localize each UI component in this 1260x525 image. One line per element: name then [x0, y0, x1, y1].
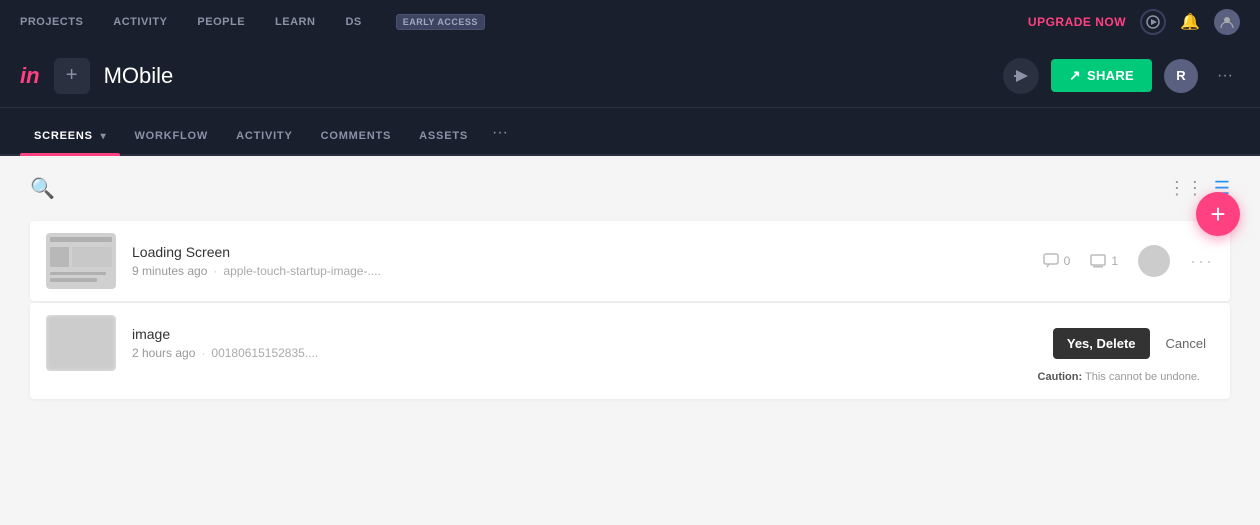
screen-actions: 0 1 ···	[1043, 245, 1214, 277]
upgrade-now-button[interactable]: UPGRADE NOW	[1028, 15, 1126, 29]
toolbar: 🔍 ⋮⋮ ☰	[30, 176, 1230, 201]
nav-activity[interactable]: ACTIVITY	[113, 16, 167, 28]
liveshare-icon-top[interactable]	[1140, 9, 1166, 35]
main-content: 🔍 ⋮⋮ ☰	[0, 156, 1260, 456]
project-header: in + MObile ↗ SHARE R ···	[0, 44, 1260, 108]
screen-time: 2 hours ago	[132, 346, 195, 360]
liveshare-button[interactable]	[1003, 58, 1039, 94]
comment-icon	[1043, 253, 1059, 269]
screen-list: Loading Screen 9 minutes ago · apple-tou…	[30, 221, 1230, 399]
top-nav-right: UPGRADE NOW 🔔	[1028, 9, 1240, 35]
screen-thumbnail	[46, 233, 116, 289]
tab-comments[interactable]: COMMENTS	[307, 130, 406, 154]
tab-workflow[interactable]: WORKFLOW	[120, 130, 222, 154]
screen-meta: 2 hours ago · 00180615152835....	[132, 346, 1037, 360]
bell-icon[interactable]: 🔔	[1180, 12, 1200, 32]
caution-message: This cannot be undone.	[1085, 371, 1200, 383]
tab-activity[interactable]: ACTIVITY	[222, 130, 307, 154]
screen-name: Loading Screen	[132, 244, 1027, 260]
thumbnail-image	[46, 233, 116, 289]
ds-label: DS	[345, 16, 361, 28]
project-header-left: in + MObile	[20, 58, 173, 94]
early-access-badge: EARLY ACCESS	[396, 14, 485, 30]
screen-time: 9 minutes ago	[132, 264, 207, 278]
screen-name: image	[132, 326, 1037, 342]
caution-label: Caution:	[1038, 371, 1083, 383]
top-nav: PROJECTS ACTIVITY PEOPLE LEARN DS EARLY …	[0, 0, 1260, 44]
cancel-button[interactable]: Cancel	[1158, 328, 1214, 359]
screen-avatar	[1138, 245, 1170, 277]
yes-delete-button[interactable]: Yes, Delete	[1053, 328, 1150, 359]
tab-bar: SCREENS ▾ WORKFLOW ACTIVITY COMMENTS ASS…	[0, 108, 1260, 156]
tab-more-button[interactable]: ···	[482, 124, 518, 154]
blurred-thumbnail	[46, 315, 116, 371]
tab-screens-dropdown[interactable]: ▾	[101, 131, 107, 142]
comments-stat: 0	[1043, 253, 1071, 269]
user-avatar-r[interactable]: R	[1164, 59, 1198, 93]
search-icon[interactable]: 🔍	[30, 176, 55, 201]
add-project-button[interactable]: +	[54, 58, 90, 94]
meta-dot: ·	[201, 346, 205, 360]
grid-view-icon[interactable]: ⋮⋮	[1168, 178, 1204, 199]
top-nav-left: PROJECTS ACTIVITY PEOPLE LEARN DS EARLY …	[20, 14, 485, 30]
preview-icon	[1090, 253, 1106, 269]
screen-item[interactable]: image 2 hours ago · 00180615152835.... Y…	[30, 303, 1230, 399]
screen-meta: 9 minutes ago · apple-touch-startup-imag…	[132, 264, 1027, 278]
screen-item[interactable]: Loading Screen 9 minutes ago · apple-tou…	[30, 221, 1230, 301]
delete-confirm-area: Yes, Delete Cancel	[1053, 328, 1214, 359]
invision-logo[interactable]: in	[20, 63, 40, 89]
nav-people[interactable]: PEOPLE	[197, 16, 245, 28]
project-header-right: ↗ SHARE R ···	[1003, 58, 1240, 94]
screen-thumbnail-blurred	[46, 315, 116, 371]
previews-stat: 1	[1090, 253, 1118, 269]
comments-count: 0	[1064, 254, 1071, 268]
meta-dot: ·	[213, 264, 217, 278]
more-menu-button[interactable]: ···	[1210, 61, 1240, 91]
screen-filename: apple-touch-startup-image-....	[223, 264, 380, 278]
screen-more-button[interactable]: ···	[1190, 251, 1214, 272]
project-title: MObile	[104, 63, 174, 89]
share-button[interactable]: ↗ SHARE	[1051, 59, 1152, 92]
screen-info: image 2 hours ago · 00180615152835....	[132, 326, 1037, 360]
user-avatar-top[interactable]	[1214, 9, 1240, 35]
tab-screens[interactable]: SCREENS ▾	[20, 130, 120, 154]
nav-learn[interactable]: LEARN	[275, 16, 315, 28]
previews-count: 1	[1111, 254, 1118, 268]
nav-projects[interactable]: PROJECTS	[20, 16, 83, 28]
screen-filename: 00180615152835....	[211, 346, 318, 360]
screen-info: Loading Screen 9 minutes ago · apple-tou…	[132, 244, 1027, 278]
fab-add-button[interactable]: +	[1196, 192, 1240, 236]
tab-assets[interactable]: ASSETS	[405, 130, 482, 154]
caution-text: Caution: This cannot be undone.	[1038, 371, 1200, 383]
share-icon: ↗	[1069, 67, 1081, 84]
